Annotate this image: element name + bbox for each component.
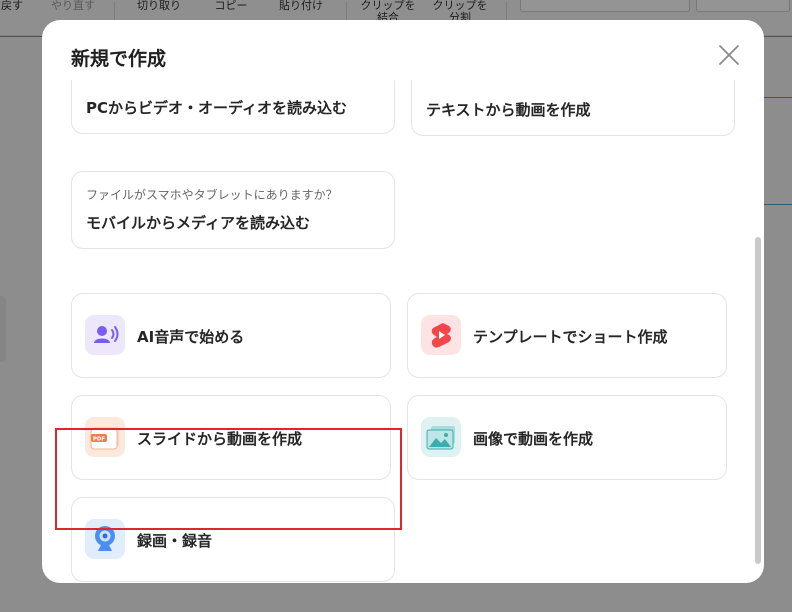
text-to-video-label: テキストから動画を作成: [426, 101, 591, 119]
import-from-mobile-label: モバイルからメディアを読み込む: [86, 214, 310, 232]
import-from-mobile-subtitle: ファイルがスマホやタブレットにありますか？: [86, 188, 338, 202]
ai-voice-card[interactable]: AI音声で始める: [71, 293, 391, 378]
images-to-video-label: 画像で動画を作成: [473, 430, 594, 448]
scrollbar[interactable]: [755, 237, 761, 564]
dialog-title: 新規で作成: [71, 48, 167, 70]
import-from-mobile-card[interactable]: ファイルがスマホやタブレットにありますか？ モバイルからメディアを読み込む: [71, 171, 395, 249]
image-icon: [421, 417, 461, 457]
slides-to-video-label: スライドから動画を作成: [137, 430, 303, 448]
pdf-slide-icon: PDF: [85, 417, 125, 457]
ai-voice-icon: [85, 315, 125, 355]
template-short-card[interactable]: テンプレートでショート作成: [407, 293, 727, 378]
record-label: 録画・録音: [137, 532, 213, 550]
close-button[interactable]: [716, 42, 742, 68]
shorts-play-icon: [421, 315, 461, 355]
webcam-icon: [85, 519, 125, 559]
options-scroll-area[interactable]: PCからビデオ・オーディオを読み込む テキストから動画を作成 ファイルがスマホや…: [42, 80, 764, 583]
record-card[interactable]: 録画・録音: [71, 497, 395, 582]
images-to-video-card[interactable]: 画像で動画を作成: [407, 395, 727, 480]
slides-to-video-card[interactable]: PDF スライドから動画を作成: [71, 395, 391, 480]
create-new-dialog: 新規で作成 PCからビデオ・オーディオを読み込む テキストから動画を作成 ファイ…: [42, 20, 764, 583]
import-from-pc-card[interactable]: PCからビデオ・オーディオを読み込む: [71, 80, 395, 134]
template-short-label: テンプレートでショート作成: [473, 328, 668, 346]
import-from-pc-label: PCからビデオ・オーディオを読み込む: [86, 99, 347, 117]
close-icon: [719, 45, 739, 65]
pdf-badge: PDF: [93, 437, 106, 443]
text-to-video-card[interactable]: テキストから動画を作成: [411, 80, 735, 136]
ai-voice-label: AI音声で始める: [137, 328, 245, 346]
